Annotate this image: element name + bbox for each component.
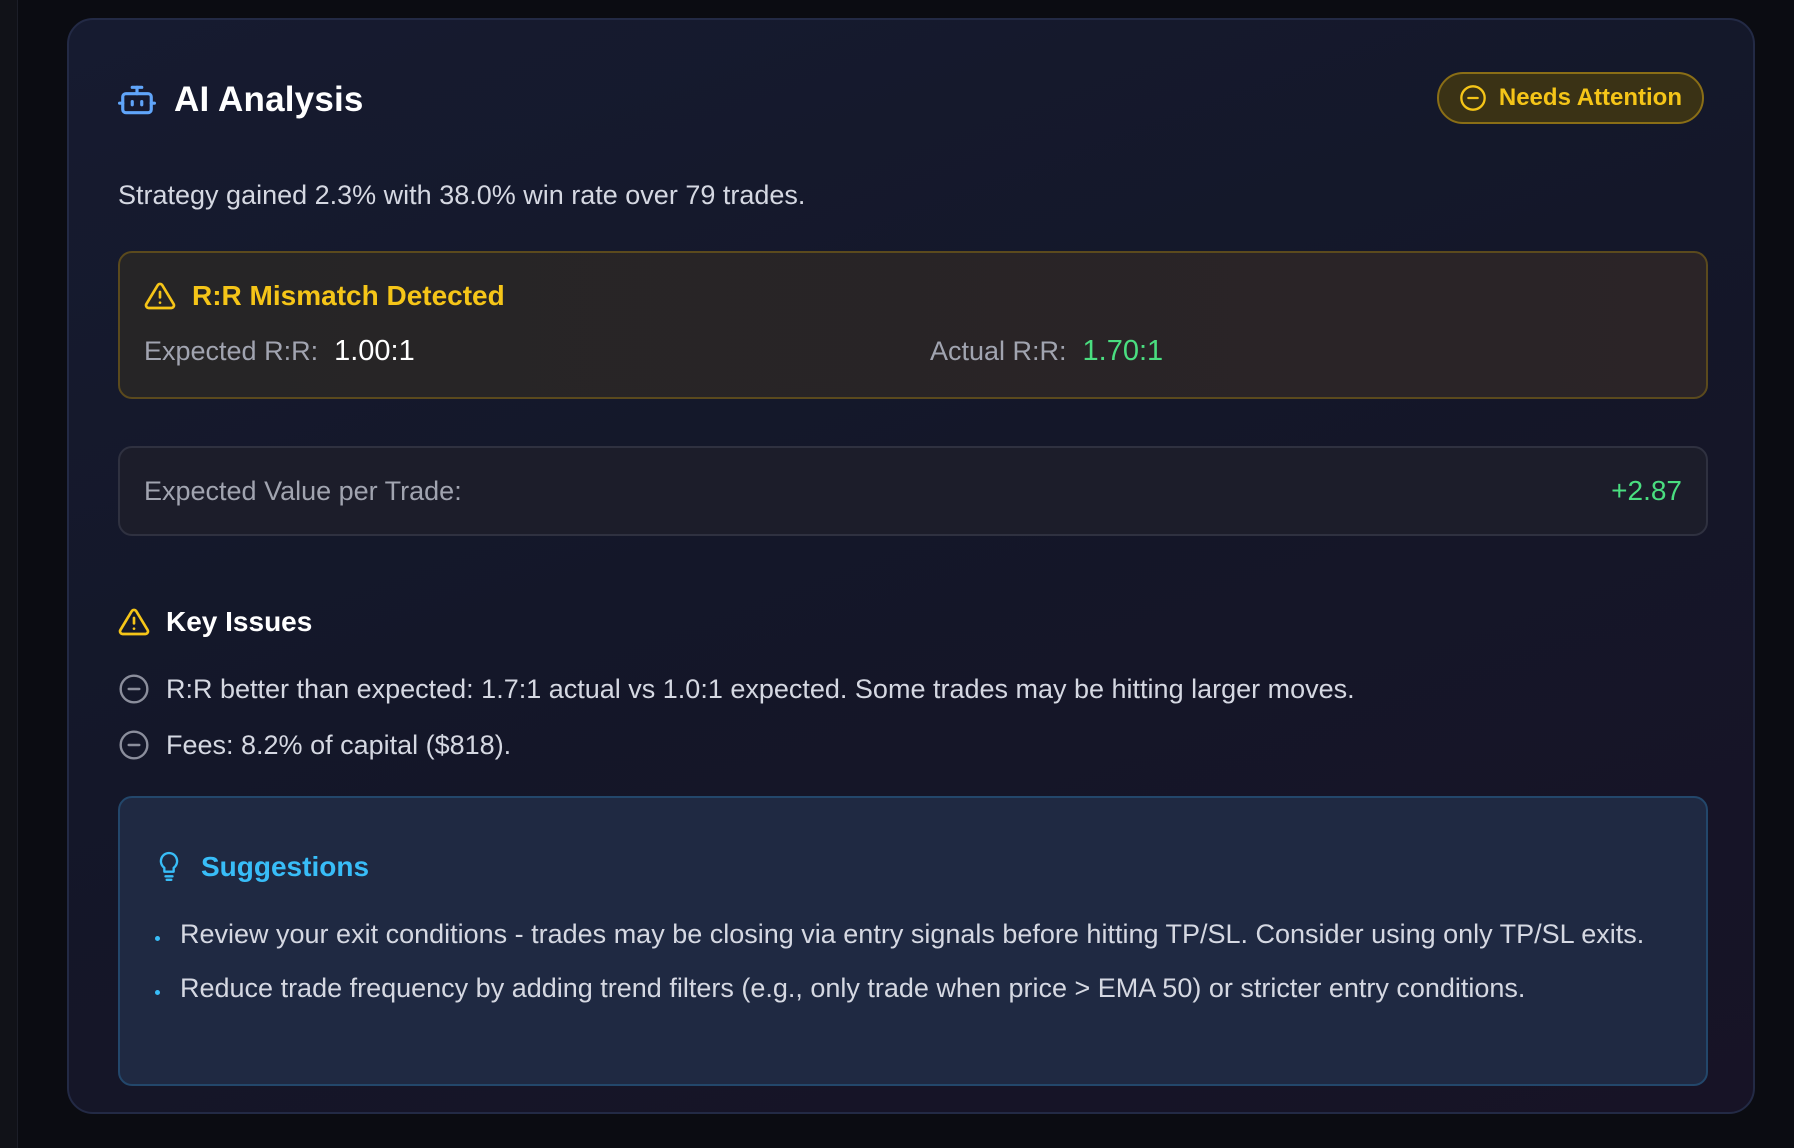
status-badge-label: Needs Attention bbox=[1498, 84, 1682, 111]
expected-rr: Expected R:R: 1.00:1 bbox=[144, 335, 415, 368]
minus-circle-icon bbox=[118, 729, 150, 761]
warning-triangle-icon bbox=[118, 606, 150, 638]
expected-rr-value: 1.00:1 bbox=[334, 335, 415, 367]
suggestions-list: Review your exit conditions - trades may… bbox=[155, 914, 1665, 1022]
suggestion-item: Reduce trade frequency by adding trend f… bbox=[155, 968, 1665, 1008]
key-issues-title: Key Issues bbox=[166, 606, 313, 637]
bullet-dot bbox=[155, 936, 160, 941]
key-issues-list: R:R better than expected: 1.7:1 actual v… bbox=[118, 668, 1355, 780]
suggestion-text: Review your exit conditions - trades may… bbox=[180, 919, 1645, 949]
expected-value-amount: +2.87 bbox=[1611, 475, 1682, 506]
suggestions-title: Suggestions bbox=[201, 851, 370, 882]
warning-triangle-icon bbox=[144, 280, 176, 312]
rr-mismatch-header: R:R Mismatch Detected bbox=[144, 280, 505, 312]
expected-rr-label: Expected R:R: bbox=[144, 336, 319, 366]
summary-text: Strategy gained 2.3% with 38.0% win rate… bbox=[118, 180, 806, 210]
ai-analysis-card: AI Analysis Needs Attention Strategy gai… bbox=[67, 18, 1755, 1114]
lightbulb-icon bbox=[155, 850, 183, 884]
page-title: AI Analysis bbox=[174, 80, 364, 119]
issue-text: R:R better than expected: 1.7:1 actual v… bbox=[166, 673, 1355, 704]
suggestion-item: Review your exit conditions - trades may… bbox=[155, 914, 1665, 954]
left-edge-panel bbox=[0, 0, 18, 1148]
bullet-dot bbox=[155, 990, 160, 995]
rr-mismatch-title: R:R Mismatch Detected bbox=[192, 280, 505, 311]
minus-circle-icon bbox=[118, 673, 150, 705]
title-group: AI Analysis bbox=[118, 70, 364, 130]
suggestions-box: Suggestions Review your exit conditions … bbox=[118, 796, 1708, 1086]
expected-value-label: Expected Value per Trade: bbox=[144, 476, 462, 506]
expected-value-box: Expected Value per Trade: +2.87 bbox=[118, 446, 1708, 536]
status-badge: Needs Attention bbox=[1436, 72, 1704, 124]
suggestions-header: Suggestions bbox=[155, 850, 369, 884]
issue-item: R:R better than expected: 1.7:1 actual v… bbox=[118, 668, 1355, 710]
minus-circle-icon bbox=[1459, 84, 1487, 112]
actual-rr: Actual R:R: 1.70:1 bbox=[930, 335, 1163, 368]
issue-text: Fees: 8.2% of capital ($818). bbox=[166, 729, 512, 760]
issue-item: Fees: 8.2% of capital ($818). bbox=[118, 724, 1355, 766]
actual-rr-value: 1.70:1 bbox=[1082, 335, 1164, 367]
card-header: AI Analysis Needs Attention bbox=[118, 70, 1704, 130]
robot-icon bbox=[118, 81, 156, 119]
rr-mismatch-alert: R:R Mismatch Detected Expected R:R: 1.00… bbox=[118, 251, 1708, 399]
key-issues-header: Key Issues bbox=[118, 606, 312, 638]
actual-rr-label: Actual R:R: bbox=[930, 336, 1067, 366]
suggestion-text: Reduce trade frequency by adding trend f… bbox=[180, 973, 1526, 1003]
